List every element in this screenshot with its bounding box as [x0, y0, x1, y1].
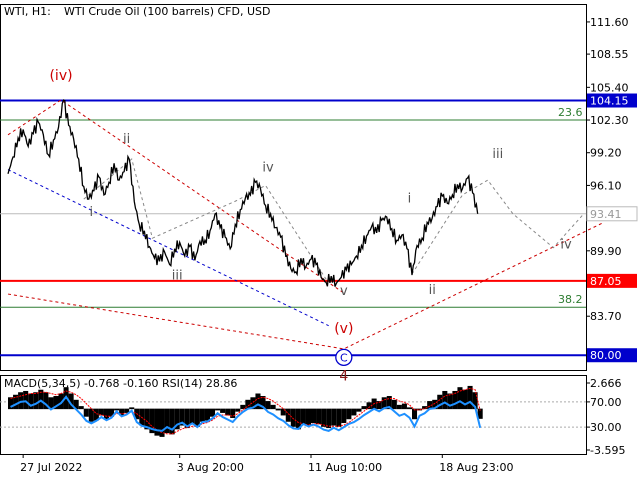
macd-bar: [154, 408, 160, 436]
macd-bar: [220, 408, 226, 413]
macd-bar: [230, 408, 236, 418]
indicator-y-tick-label: 2.666: [590, 377, 622, 390]
x-tick-label: 11 Aug 10:00: [308, 461, 382, 474]
y-tick-label: 83.70: [590, 310, 622, 323]
indicator-title: MACD(5,34,5) -0.768 -0.160 RSI(14) 28.86: [4, 377, 237, 390]
wave-label: ii: [429, 283, 436, 298]
wave-label: iv: [560, 238, 572, 253]
chart-header-description: WTI Crude Oil (100 barrels) CFD, USD: [64, 5, 270, 18]
macd-bar: [316, 408, 322, 425]
macd-bar: [280, 408, 286, 416]
level-badge-label: 87.05: [590, 275, 622, 288]
indicator-y-tick-label: -3.595: [590, 444, 625, 457]
macd-bar: [204, 408, 210, 421]
macd-bar: [356, 408, 362, 412]
wave-label: v: [340, 284, 348, 299]
macd-bar: [103, 408, 109, 420]
fib-level-label: 23.6: [558, 106, 583, 119]
macd-bar: [311, 408, 317, 424]
macd-bar: [285, 408, 291, 422]
y-tick-label: 111.60: [590, 16, 629, 29]
current-price-label: 93.41: [590, 208, 622, 221]
y-tick-label: 108.55: [590, 48, 629, 61]
macd-bar: [33, 392, 39, 410]
y-tick-label: 105.40: [590, 81, 629, 94]
indicator-y-tick-label: 70.00: [590, 396, 622, 409]
wave-label: (iv): [49, 68, 72, 84]
macd-bar: [341, 408, 347, 424]
y-tick-label: 99.20: [590, 147, 622, 160]
wave-label: 4: [339, 369, 348, 385]
macd-bar: [215, 408, 221, 411]
macd-bar: [265, 401, 271, 410]
macd-bar: [305, 408, 311, 426]
macd-bar: [442, 390, 448, 410]
x-tick-label: 3 Aug 20:00: [177, 461, 244, 474]
wave-label: iv: [262, 161, 274, 176]
macd-bar: [275, 408, 281, 411]
macd-bar: [326, 408, 332, 429]
x-tick-label: 18 Aug 23:00: [439, 461, 513, 474]
macd-bar: [270, 404, 276, 410]
macd-bar: [129, 407, 135, 410]
fib-level-label: 38.2: [558, 293, 583, 306]
y-tick-label: 89.90: [590, 245, 622, 258]
macd-bar: [199, 408, 205, 422]
macd-bar: [235, 408, 241, 412]
wave-label: ii: [123, 132, 130, 147]
wave-label: i: [90, 205, 94, 220]
macd-bar: [331, 408, 337, 426]
y-tick-label: 102.30: [590, 114, 629, 127]
macd-bar: [401, 403, 407, 410]
x-tick-label: 27 Jul 2022: [20, 461, 82, 474]
indicator-y-tick-label: 30.00: [590, 421, 622, 434]
macd-bar: [396, 404, 402, 410]
chart-canvas: 23.638.2(iv)(v)C4iiiiiiivviiiiiiiv 111.6…: [0, 0, 640, 480]
macd-bar: [290, 408, 296, 427]
macd-bar: [8, 397, 14, 410]
macd-bar: [361, 406, 367, 410]
macd-bar: [462, 389, 468, 410]
macd-bar: [406, 407, 412, 410]
wave-label: iii: [172, 268, 183, 283]
macd-bar: [28, 393, 34, 410]
chart-header-symbol: WTI, H1:: [4, 5, 51, 18]
macd-bar: [78, 406, 84, 410]
wave-label: i: [408, 191, 412, 206]
macd-bar: [346, 408, 352, 420]
macd-bar: [225, 408, 231, 416]
wave-label: iii: [492, 147, 503, 162]
macd-bar: [467, 385, 473, 410]
level-badge-label: 104.15: [590, 95, 629, 108]
macd-bar: [391, 399, 397, 410]
macd-bar: [336, 408, 342, 427]
wave-label: C: [340, 351, 348, 364]
wave-label: (v): [334, 321, 353, 337]
macd-bar: [300, 408, 306, 425]
macd-bar: [23, 390, 29, 410]
level-badge-label: 80.00: [590, 349, 622, 362]
macd-bar: [189, 408, 195, 425]
macd-bar: [83, 408, 89, 417]
y-tick-label: 96.10: [590, 179, 622, 192]
macd-bar: [447, 393, 453, 410]
macd-bar: [351, 408, 357, 416]
macd-bar: [321, 408, 327, 427]
macd-bar: [255, 393, 261, 410]
